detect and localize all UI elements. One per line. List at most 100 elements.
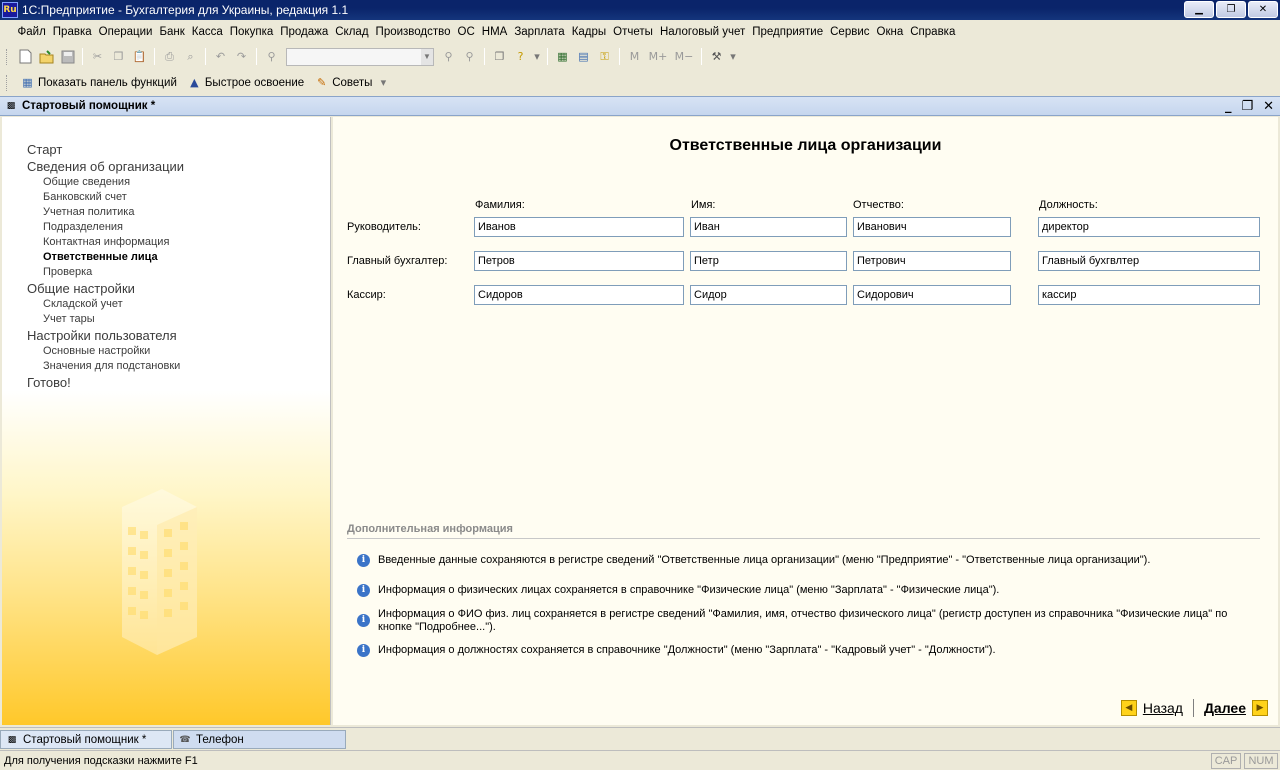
functions-toolbar: ▦ Показать панель функций ▲ Быстрое осво… <box>0 70 1280 95</box>
undo-icon[interactable]: ↶ <box>212 48 229 65</box>
memory-minus-icon[interactable]: M− <box>673 48 695 65</box>
director-name-field[interactable]: Иван <box>690 217 847 237</box>
cashier-name-field[interactable]: Сидор <box>690 285 847 305</box>
info-item: i Введенные данные сохраняются в регистр… <box>357 554 1262 567</box>
find-next-icon[interactable]: ⚲ <box>440 48 457 65</box>
cashier-patronymic-field[interactable]: Сидорович <box>853 285 1011 305</box>
menu-purchase[interactable]: Покупка <box>226 26 276 38</box>
menu-windows[interactable]: Окна <box>873 26 907 38</box>
tips-button[interactable]: ✎ Советы <box>309 73 377 93</box>
calculator-icon[interactable]: ▦ <box>554 48 571 65</box>
info-icon: i <box>357 554 370 567</box>
step-contacts[interactable]: Контактная информация <box>27 235 184 250</box>
user-key-icon[interactable]: ⚿ <box>596 48 613 65</box>
back-button[interactable]: ◀ Назад <box>1120 700 1183 716</box>
cut-icon[interactable]: ✂ <box>89 48 106 65</box>
menu-production[interactable]: Производство <box>372 26 454 38</box>
status-hint: Для получения подсказки нажмите F1 <box>4 754 198 767</box>
menu-reports[interactable]: Отчеты <box>610 26 657 38</box>
task-label: Телефон <box>196 733 244 746</box>
chevron-down-icon[interactable]: ▾ <box>379 74 387 91</box>
accountant-surname-field[interactable]: Петров <box>474 251 684 271</box>
chevron-down-icon[interactable]: ▾ <box>533 48 541 65</box>
copy-icon[interactable]: ❐ <box>110 48 127 65</box>
step-general-info[interactable]: Общие сведения <box>27 175 184 190</box>
menu-fixed-assets[interactable]: ОС <box>454 26 478 38</box>
open-folder-icon[interactable] <box>38 48 55 65</box>
step-general-settings[interactable]: Общие настройки <box>27 280 184 297</box>
memory-m-icon[interactable]: M <box>626 48 643 65</box>
calendar-icon[interactable]: ▤ <box>575 48 592 65</box>
paste-icon[interactable]: 📋 <box>131 48 148 65</box>
toolbar-grip[interactable] <box>6 74 9 91</box>
windows-icon[interactable]: ❐ <box>491 48 508 65</box>
step-check[interactable]: Проверка <box>27 265 184 280</box>
window-title: 1С:Предприятие - Бухгалтерия для Украины… <box>22 3 349 17</box>
menu-help[interactable]: Справка <box>907 26 959 38</box>
director-patronymic-field[interactable]: Иванович <box>853 217 1011 237</box>
help-tips-icon[interactable]: ? <box>512 48 529 65</box>
close-icon[interactable]: ✕ <box>1248 1 1278 18</box>
step-basic-settings[interactable]: Основные настройки <box>27 344 184 359</box>
search-combo[interactable]: ▼ <box>286 47 434 66</box>
menu-sales[interactable]: Продажа <box>277 26 332 38</box>
director-position-field[interactable]: директор <box>1038 217 1260 237</box>
menu-tax[interactable]: Налоговый учет <box>656 26 748 38</box>
menu-operations[interactable]: Операции <box>95 26 156 38</box>
menu-file[interactable]: Файл <box>14 26 49 38</box>
find-icon[interactable]: ⚲ <box>263 48 280 65</box>
print-preview-icon[interactable]: ⌕ <box>182 48 199 65</box>
back-label: Назад <box>1142 700 1183 716</box>
menu-bank[interactable]: Банк <box>156 26 188 38</box>
column-header-name: Имя: <box>691 199 716 211</box>
print-icon[interactable]: ⎙ <box>161 48 178 65</box>
step-done[interactable]: Готово! <box>27 374 184 391</box>
tools-icon[interactable]: ⚒ <box>708 48 725 65</box>
show-panel-button[interactable]: ▦ Показать панель функций <box>15 73 182 93</box>
step-containers[interactable]: Учет тары <box>27 312 184 327</box>
step-start[interactable]: Старт <box>27 141 184 158</box>
menu-salary[interactable]: Зарплата <box>511 26 568 38</box>
accountant-patronymic-field[interactable]: Петрович <box>853 251 1011 271</box>
redo-icon[interactable]: ↷ <box>233 48 250 65</box>
step-default-values[interactable]: Значения для подстановки <box>27 359 184 374</box>
quick-learning-label: Быстрое освоение <box>204 76 305 89</box>
menu-intangibles[interactable]: НМА <box>478 26 511 38</box>
step-warehouse[interactable]: Складской учет <box>27 297 184 312</box>
cashier-position-field[interactable]: кассир <box>1038 285 1260 305</box>
menu-edit[interactable]: Правка <box>49 26 95 38</box>
minimize-icon[interactable]: ▁ <box>1184 1 1214 18</box>
menu-service[interactable]: Сервис <box>827 26 873 38</box>
minimize-icon[interactable]: _ <box>1225 99 1232 114</box>
menu-warehouse[interactable]: Склад <box>332 26 372 38</box>
step-org-info[interactable]: Сведения об организации <box>27 158 184 175</box>
chevron-down-icon[interactable]: ▾ <box>729 48 737 65</box>
task-start-assistant[interactable]: ▩ Стартовый помощник * <box>0 730 172 749</box>
memory-plus-icon[interactable]: M+ <box>647 48 669 65</box>
step-user-settings[interactable]: Настройки пользователя <box>27 327 184 344</box>
cashier-surname-field[interactable]: Сидоров <box>474 285 684 305</box>
toolbar-grip[interactable] <box>6 48 9 65</box>
toolbar-separator <box>205 48 206 65</box>
accountant-position-field[interactable]: Главный бухгвлтер <box>1038 251 1260 271</box>
accountant-name-field[interactable]: Петр <box>690 251 847 271</box>
step-bank-account[interactable]: Банковский счет <box>27 190 184 205</box>
chevron-down-icon[interactable]: ▼ <box>421 48 433 65</box>
task-phone[interactable]: ☎ Телефон <box>173 730 346 749</box>
new-document-icon[interactable] <box>17 48 34 65</box>
menu-cash[interactable]: Касса <box>188 26 226 38</box>
next-button[interactable]: Далее ▶ <box>1204 700 1268 716</box>
step-departments[interactable]: Подразделения <box>27 220 184 235</box>
find-prev-icon[interactable]: ⚲ <box>461 48 478 65</box>
restore-icon[interactable]: ❐ <box>1241 99 1253 114</box>
assistant-icon: ▩ <box>7 734 17 745</box>
close-icon[interactable]: ✕ <box>1263 99 1274 114</box>
step-responsible[interactable]: Ответственные лица <box>27 250 184 265</box>
director-surname-field[interactable]: Иванов <box>474 217 684 237</box>
step-accounting-policy[interactable]: Учетная политика <box>27 205 184 220</box>
save-icon[interactable] <box>59 48 76 65</box>
menu-hr[interactable]: Кадры <box>568 26 609 38</box>
restore-icon[interactable]: ❐ <box>1216 1 1246 18</box>
menu-enterprise[interactable]: Предприятие <box>749 26 827 38</box>
quick-learning-button[interactable]: ▲ Быстрое освоение <box>182 73 309 93</box>
